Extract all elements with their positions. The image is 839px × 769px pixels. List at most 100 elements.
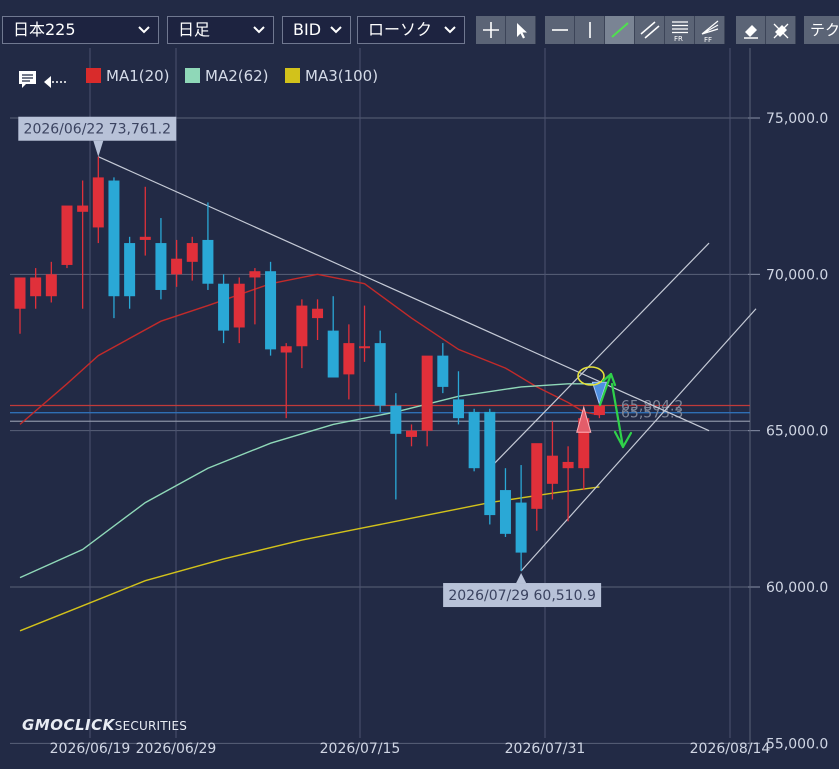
candle bbox=[202, 202, 214, 290]
candle-body bbox=[92, 177, 104, 228]
candle bbox=[343, 324, 355, 400]
x-tick-label: 2026/08/14 bbox=[690, 741, 771, 757]
erase-all-button[interactable] bbox=[766, 16, 796, 44]
parallel-lines-icon bbox=[640, 21, 660, 39]
callout-pointer bbox=[93, 140, 104, 157]
candle bbox=[546, 421, 558, 500]
candle bbox=[468, 408, 480, 472]
fibonacci-fan-button[interactable]: FF bbox=[695, 16, 725, 44]
logo-suffix: SECURITIES bbox=[114, 719, 188, 733]
svg-text:FR: FR bbox=[674, 35, 683, 43]
trendline-button[interactable] bbox=[605, 16, 635, 44]
symbol-select[interactable]: 日本225 bbox=[2, 16, 159, 44]
candle bbox=[562, 446, 574, 522]
candle bbox=[249, 268, 261, 325]
candle bbox=[61, 205, 73, 269]
eraser-button[interactable] bbox=[736, 16, 766, 44]
highlight-ellipse bbox=[577, 366, 605, 386]
y-tick-label: 75,000.0 bbox=[766, 111, 828, 127]
fibonacci-retracement-button[interactable]: FR bbox=[665, 16, 695, 44]
candle-body bbox=[312, 308, 324, 319]
y-tick-label: 55,000.0 bbox=[766, 736, 828, 752]
legend-ma1-swatch bbox=[86, 68, 101, 83]
collapse-legend-icon[interactable] bbox=[43, 70, 67, 92]
candle-body bbox=[499, 490, 511, 534]
candle-body bbox=[327, 330, 339, 378]
candle bbox=[515, 465, 527, 572]
candle-body bbox=[171, 258, 183, 275]
candle-body bbox=[249, 271, 261, 278]
symbol-value: 日本225 bbox=[13, 20, 76, 39]
candle bbox=[406, 424, 417, 447]
y-tick-label: 70,000.0 bbox=[766, 267, 828, 283]
fibonacci-retracement-icon: FR bbox=[672, 21, 688, 43]
logo-brand: GMOCLICK bbox=[22, 716, 115, 734]
candle-body bbox=[218, 283, 230, 331]
candle bbox=[218, 274, 230, 344]
price-side-select[interactable]: BID bbox=[282, 16, 351, 44]
candlestick-chart[interactable]: 65,804.265,575.3 2026/06/22 73,761.22026… bbox=[0, 48, 839, 769]
candle bbox=[155, 218, 167, 300]
price-side-value: BID bbox=[293, 20, 322, 39]
callout-pointer bbox=[516, 573, 527, 584]
svg-text:FF: FF bbox=[704, 36, 712, 44]
x-tick-label: 2026/06/19 bbox=[50, 741, 131, 757]
vertical-line-button[interactable] bbox=[575, 16, 605, 44]
candle bbox=[312, 299, 324, 340]
crosshair-button[interactable] bbox=[476, 16, 506, 44]
x-tick-label: 2026/06/29 bbox=[136, 741, 217, 757]
axis-labels: 75,000.0 70,000.0 65,000.0 60,000.0 55,000.0… bbox=[50, 111, 829, 757]
legend-ma2-swatch bbox=[185, 68, 200, 83]
chevron-down-icon bbox=[329, 17, 343, 51]
candle-body bbox=[186, 243, 198, 262]
candle-body bbox=[108, 180, 120, 297]
legend-ma1: MA1(20) bbox=[86, 67, 170, 85]
candle bbox=[374, 330, 386, 412]
candle bbox=[45, 261, 57, 303]
candle-body bbox=[202, 239, 214, 284]
callout-label: 2026/07/29 60,510.9 bbox=[448, 588, 596, 604]
candle bbox=[139, 186, 151, 256]
candle bbox=[124, 236, 136, 309]
candle bbox=[593, 405, 605, 419]
candle bbox=[437, 343, 449, 394]
candle-body bbox=[531, 443, 543, 509]
candle-body bbox=[233, 283, 245, 328]
legend-ma3-label: MA3(100) bbox=[305, 67, 379, 85]
candle-body bbox=[374, 343, 386, 406]
fibonacci-fan-icon: FF bbox=[701, 20, 719, 44]
comment-icon[interactable] bbox=[18, 70, 40, 94]
chevron-down-icon bbox=[443, 17, 457, 51]
pointer-button[interactable] bbox=[506, 16, 536, 44]
chart-kind-select[interactable]: ローソク bbox=[357, 16, 465, 44]
chevron-down-icon bbox=[137, 17, 151, 51]
candle-body bbox=[343, 343, 355, 375]
candle-body bbox=[562, 461, 574, 469]
price-callout: 2026/07/29 60,510.9 bbox=[443, 573, 602, 608]
candle-body bbox=[30, 277, 42, 297]
candle-body bbox=[593, 405, 605, 416]
candle-body bbox=[437, 355, 449, 387]
candle-body bbox=[359, 346, 371, 349]
candle-body bbox=[390, 405, 402, 434]
erase-all-icon bbox=[773, 23, 789, 39]
vertical-line-icon bbox=[589, 22, 591, 38]
candle-body bbox=[139, 236, 151, 240]
candle-body bbox=[546, 455, 558, 484]
candle-body bbox=[265, 271, 277, 350]
chevron-down-icon bbox=[252, 17, 266, 51]
parallel-channel-button[interactable] bbox=[635, 16, 665, 44]
legend-ma3-swatch bbox=[285, 68, 300, 83]
candle-body bbox=[468, 411, 480, 469]
candle-body bbox=[155, 243, 167, 290]
technical-tab[interactable]: テク bbox=[804, 16, 839, 44]
moving-average-lines bbox=[19, 273, 600, 632]
candle-body bbox=[280, 346, 292, 353]
price-callout: 2026/06/22 73,761.2 bbox=[18, 116, 177, 157]
horizontal-line-button[interactable] bbox=[545, 16, 575, 44]
period-value: 日足 bbox=[178, 20, 211, 39]
y-tick-label: 65,000.0 bbox=[766, 424, 828, 440]
candle bbox=[531, 443, 543, 531]
candle-body bbox=[61, 205, 73, 265]
period-select[interactable]: 日足 bbox=[167, 16, 274, 44]
